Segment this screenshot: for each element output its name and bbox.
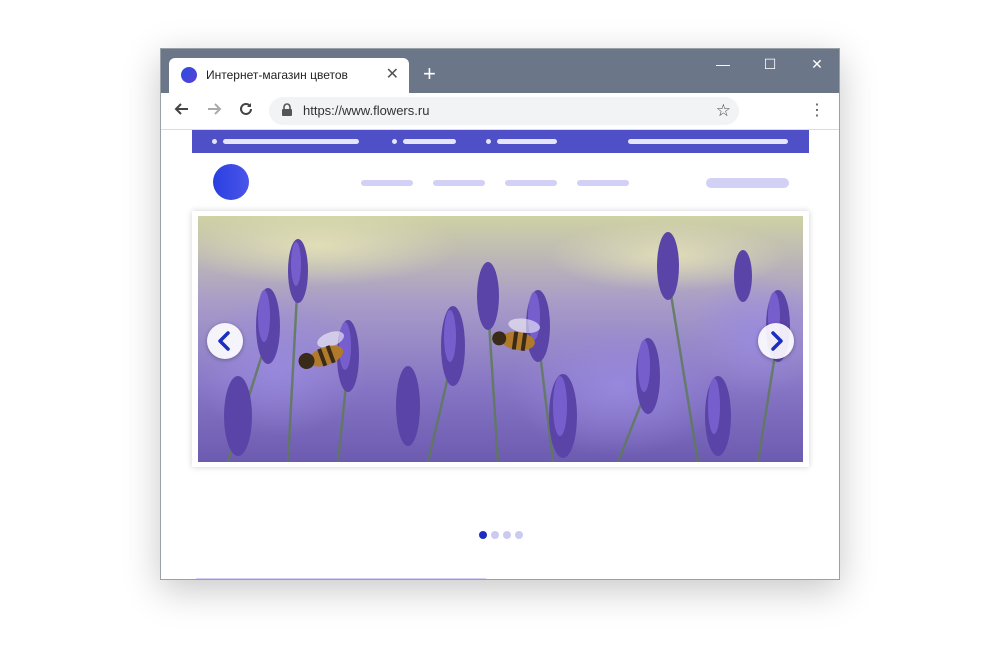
minimize-button[interactable]: — <box>701 55 745 75</box>
reload-button[interactable] <box>235 100 257 122</box>
site-topbar <box>192 130 809 153</box>
arrow-right-icon <box>208 103 222 115</box>
chevron-left-icon <box>218 331 230 351</box>
carousel-prev-button[interactable] <box>207 323 243 359</box>
nav-item-placeholder[interactable] <box>361 180 413 186</box>
reload-icon <box>240 102 252 115</box>
url-text: https://www.flowers.ru <box>303 103 430 118</box>
carousel-dot-active[interactable] <box>479 531 487 539</box>
chevron-right-icon <box>771 331 783 351</box>
site-logo[interactable] <box>213 164 249 200</box>
browser-toolbar: https://www.flowers.ru ☆ ⋮ <box>161 93 839 130</box>
carousel-dot[interactable] <box>491 531 499 539</box>
image-carousel <box>192 211 809 467</box>
topbar-placeholder[interactable] <box>223 139 359 144</box>
browser-tab[interactable]: Интернет-магазин цветов ✕ <box>169 58 409 93</box>
carousel-dot[interactable] <box>515 531 523 539</box>
topbar-bullet <box>212 139 217 144</box>
topbar-placeholder[interactable] <box>403 139 456 144</box>
tab-close-icon[interactable]: ✕ <box>386 65 399 85</box>
address-bar[interactable]: https://www.flowers.ru ☆ <box>269 97 739 125</box>
favicon-icon <box>181 67 197 83</box>
browser-titlebar: Интернет-магазин цветов ✕ + — ☐ ✕ <box>161 49 839 93</box>
nav-item-placeholder[interactable] <box>505 180 557 186</box>
topbar-placeholder[interactable] <box>628 139 788 144</box>
kebab-menu-icon[interactable]: ⋮ <box>809 101 825 121</box>
topbar-placeholder[interactable] <box>497 139 557 144</box>
star-icon[interactable]: ☆ <box>716 101 731 121</box>
content-placeholder-line <box>192 578 490 579</box>
page-viewport <box>161 130 839 579</box>
arrow-left-icon <box>174 103 188 115</box>
lock-icon <box>282 103 292 116</box>
carousel-dot[interactable] <box>503 531 511 539</box>
carousel-next-button[interactable] <box>758 323 794 359</box>
nav-item-placeholder[interactable] <box>577 180 629 186</box>
topbar-bullet <box>392 139 397 144</box>
forward-button[interactable] <box>203 100 225 122</box>
nav-item-placeholder[interactable] <box>433 180 485 186</box>
new-tab-button[interactable]: + <box>423 63 436 85</box>
header-action-placeholder[interactable] <box>706 178 789 188</box>
carousel-dots <box>479 531 539 541</box>
carousel-slide <box>198 216 803 462</box>
maximize-button[interactable]: ☐ <box>748 55 792 75</box>
lavender-bees-photo <box>198 216 803 462</box>
close-window-button[interactable]: ✕ <box>795 55 839 75</box>
browser-window: Интернет-магазин цветов ✕ + — ☐ ✕ https:… <box>160 48 840 580</box>
tab-title: Интернет-магазин цветов <box>206 68 348 82</box>
topbar-bullet <box>486 139 491 144</box>
back-button[interactable] <box>171 100 193 122</box>
